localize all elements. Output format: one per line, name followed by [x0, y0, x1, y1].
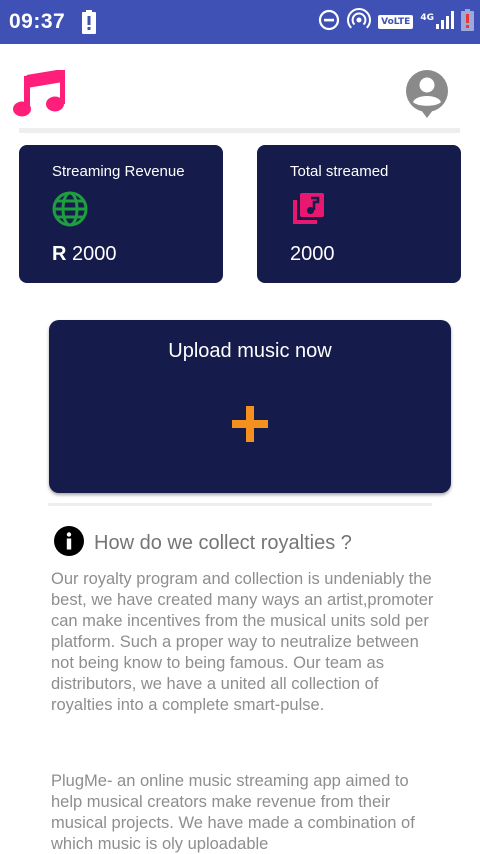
royalties-heading: How do we collect royalties ? — [54, 526, 352, 561]
upload-music-title: Upload music now — [168, 340, 332, 362]
royalties-heading-text: How do we collect royalties ? — [94, 532, 352, 554]
volte-badge: VoLTE — [378, 15, 414, 29]
plus-icon[interactable] — [230, 404, 270, 449]
upload-music-button[interactable]: Upload music now — [49, 320, 451, 493]
music-note-icon[interactable] — [13, 68, 66, 123]
battery-alert-icon — [82, 10, 96, 39]
battery-low-icon — [461, 8, 474, 36]
section-divider — [48, 503, 432, 506]
header-divider — [19, 128, 460, 133]
about-paragraph: PlugMe- an online music streaming app ai… — [51, 772, 415, 853]
total-streamed-title: Total streamed — [290, 163, 389, 180]
account-circle-icon[interactable] — [405, 69, 449, 124]
do-not-disturb-icon — [318, 9, 340, 36]
currency-symbol: R — [52, 243, 67, 265]
total-streamed-card[interactable]: Total streamed 2000 — [257, 145, 461, 283]
hotspot-icon — [347, 7, 372, 37]
streaming-revenue-title: Streaming Revenue — [52, 163, 185, 180]
status-bar: 09:37 VoLTE 4G — [0, 0, 480, 44]
status-time: 09:37 — [9, 10, 66, 33]
royalties-paragraph: Our royalty program and collection is un… — [51, 570, 434, 714]
info-icon — [54, 526, 84, 561]
globe-icon — [52, 191, 88, 232]
total-streamed-value: 2000 — [290, 243, 335, 265]
streaming-revenue-card[interactable]: Streaming Revenue R 2000 — [19, 145, 223, 283]
network-type: 4G — [420, 13, 434, 23]
streaming-revenue-value: R 2000 — [52, 243, 117, 266]
revenue-amount: 2000 — [72, 243, 117, 265]
signal-icon — [436, 10, 454, 34]
music-library-icon — [290, 191, 326, 232]
